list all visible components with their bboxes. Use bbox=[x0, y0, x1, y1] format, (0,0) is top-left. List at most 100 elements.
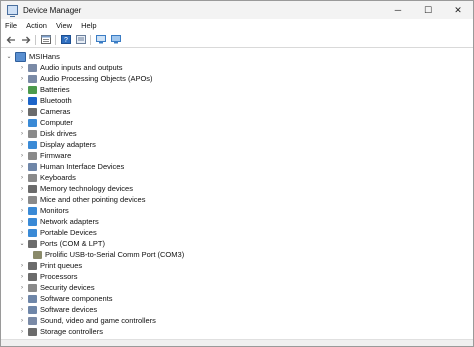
tree-category-label: Display adapters bbox=[40, 140, 96, 149]
expand-icon[interactable]: › bbox=[18, 263, 26, 269]
scan-hardware-icon[interactable] bbox=[95, 35, 106, 45]
tree-category[interactable]: › Cameras bbox=[1, 106, 473, 117]
expand-icon[interactable]: › bbox=[18, 329, 26, 335]
tree-category[interactable]: › Audio Processing Objects (APOs) bbox=[1, 73, 473, 84]
tree-category[interactable]: › Storage controllers bbox=[1, 326, 473, 337]
tree-category[interactable]: › Computer bbox=[1, 117, 473, 128]
expand-icon[interactable]: › bbox=[18, 153, 26, 159]
computer-icon bbox=[28, 118, 37, 127]
printer-icon bbox=[28, 261, 37, 270]
tree-category-label: Audio Processing Objects (APOs) bbox=[40, 74, 153, 83]
expand-icon[interactable]: › bbox=[18, 76, 26, 82]
tree-category-label: Software components bbox=[40, 294, 113, 303]
tree-category[interactable]: › Keyboards bbox=[1, 172, 473, 183]
expand-icon[interactable]: › bbox=[18, 120, 26, 126]
tree-category-label: Disk drives bbox=[40, 129, 77, 138]
tree-category-label: Keyboards bbox=[40, 173, 76, 182]
keyboard-icon bbox=[28, 173, 37, 182]
menu-file[interactable]: File bbox=[5, 21, 17, 30]
tree-category[interactable]: › Display adapters bbox=[1, 139, 473, 150]
tree-category[interactable]: › Batteries bbox=[1, 84, 473, 95]
tree-category[interactable]: › Software components bbox=[1, 293, 473, 304]
expand-icon[interactable]: › bbox=[18, 131, 26, 137]
tree-category-label: Portable Devices bbox=[40, 228, 97, 237]
tree-category[interactable]: › Network adapters bbox=[1, 216, 473, 227]
expand-icon[interactable]: › bbox=[18, 98, 26, 104]
tree-category[interactable]: › Monitors bbox=[1, 205, 473, 216]
tree-category-label: Storage controllers bbox=[40, 327, 103, 336]
tree-category[interactable]: › Bluetooth bbox=[1, 95, 473, 106]
device-manager-window: Device Manager ─ ☐ ✕ File Action View He… bbox=[0, 0, 474, 347]
expand-icon[interactable]: › bbox=[18, 87, 26, 93]
tree-category[interactable]: › Portable Devices bbox=[1, 227, 473, 238]
tree-category[interactable]: › Audio inputs and outputs bbox=[1, 62, 473, 73]
device-manager-icon bbox=[7, 5, 18, 17]
expand-icon[interactable]: › bbox=[18, 296, 26, 302]
expand-icon[interactable]: › bbox=[18, 197, 26, 203]
close-button[interactable]: ✕ bbox=[443, 1, 473, 19]
expand-icon[interactable]: › bbox=[18, 318, 26, 324]
computer-root-icon bbox=[15, 51, 26, 62]
maximize-button[interactable]: ☐ bbox=[413, 1, 443, 19]
tree-category[interactable]: › Disk drives bbox=[1, 128, 473, 139]
tree-category-label: Ports (COM & LPT) bbox=[40, 239, 106, 248]
horizontal-scrollbar[interactable] bbox=[1, 339, 473, 346]
minimize-button[interactable]: ─ bbox=[383, 1, 413, 19]
tree-category[interactable]: › Firmware bbox=[1, 150, 473, 161]
expand-icon[interactable]: › bbox=[18, 186, 26, 192]
title-bar: Device Manager ─ ☐ ✕ bbox=[1, 1, 473, 19]
window-title: Device Manager bbox=[23, 5, 82, 15]
port-icon bbox=[28, 239, 37, 248]
mouse-icon bbox=[28, 195, 37, 204]
menu-bar: File Action View Help bbox=[1, 19, 473, 32]
back-arrow-icon[interactable] bbox=[5, 35, 16, 45]
tree-category[interactable]: › Software devices bbox=[1, 304, 473, 315]
collapse-icon[interactable]: ⌄ bbox=[18, 240, 26, 247]
menu-action[interactable]: Action bbox=[26, 21, 47, 30]
expand-icon[interactable]: › bbox=[18, 285, 26, 291]
expand-icon[interactable]: › bbox=[18, 307, 26, 313]
forward-arrow-icon[interactable] bbox=[20, 35, 31, 45]
expand-icon[interactable]: › bbox=[18, 219, 26, 225]
menu-help[interactable]: Help bbox=[81, 21, 96, 30]
tree-device[interactable]: Prolific USB-to-Serial Comm Port (COM3) bbox=[1, 249, 473, 260]
expand-icon[interactable]: › bbox=[18, 230, 26, 236]
tree-category[interactable]: › Security devices bbox=[1, 282, 473, 293]
tree-root-label: MSIHans bbox=[29, 52, 60, 61]
tree-root[interactable]: ⌄ MSIHans bbox=[1, 51, 473, 62]
expand-icon[interactable]: › bbox=[18, 142, 26, 148]
tree-category-label: Computer bbox=[40, 118, 73, 127]
expand-icon[interactable]: › bbox=[18, 65, 26, 71]
expand-icon[interactable]: › bbox=[18, 274, 26, 280]
expand-icon[interactable]: › bbox=[18, 164, 26, 170]
update-driver-icon[interactable] bbox=[75, 35, 86, 45]
monitor-icon[interactable] bbox=[110, 35, 121, 45]
bluetooth-icon bbox=[28, 96, 37, 105]
tree-category[interactable]: › Processors bbox=[1, 271, 473, 282]
battery-icon bbox=[28, 85, 37, 94]
tree-category-label: Software devices bbox=[40, 305, 98, 314]
software-device-icon bbox=[28, 305, 37, 314]
memory-icon bbox=[28, 184, 37, 193]
category-list: › Audio inputs and outputs › Audio Processi… bbox=[1, 62, 473, 337]
tree-category-label: Monitors bbox=[40, 206, 69, 215]
expand-icon[interactable]: › bbox=[18, 109, 26, 115]
serial-port-icon bbox=[33, 250, 42, 259]
menu-view[interactable]: View bbox=[56, 21, 72, 30]
device-tree: ⌄ MSIHans › Audio inputs and outputs › Audi… bbox=[1, 48, 473, 337]
software-component-icon bbox=[28, 294, 37, 303]
expand-icon[interactable]: › bbox=[18, 175, 26, 181]
collapse-icon[interactable]: ⌄ bbox=[5, 53, 13, 60]
help-icon[interactable]: ? bbox=[60, 35, 71, 45]
tree-category[interactable]: › Mice and other pointing devices bbox=[1, 194, 473, 205]
properties-icon[interactable] bbox=[40, 35, 51, 45]
tree-category[interactable]: › Memory technology devices bbox=[1, 183, 473, 194]
camera-icon bbox=[28, 107, 37, 116]
expand-icon[interactable]: › bbox=[18, 208, 26, 214]
tree-category[interactable]: ⌄ Ports (COM & LPT) bbox=[1, 238, 473, 249]
security-device-icon bbox=[28, 283, 37, 292]
window-controls: ─ ☐ ✕ bbox=[383, 1, 473, 19]
tree-category[interactable]: › Sound, video and game controllers bbox=[1, 315, 473, 326]
tree-category[interactable]: › Print queues bbox=[1, 260, 473, 271]
tree-category[interactable]: › Human Interface Devices bbox=[1, 161, 473, 172]
